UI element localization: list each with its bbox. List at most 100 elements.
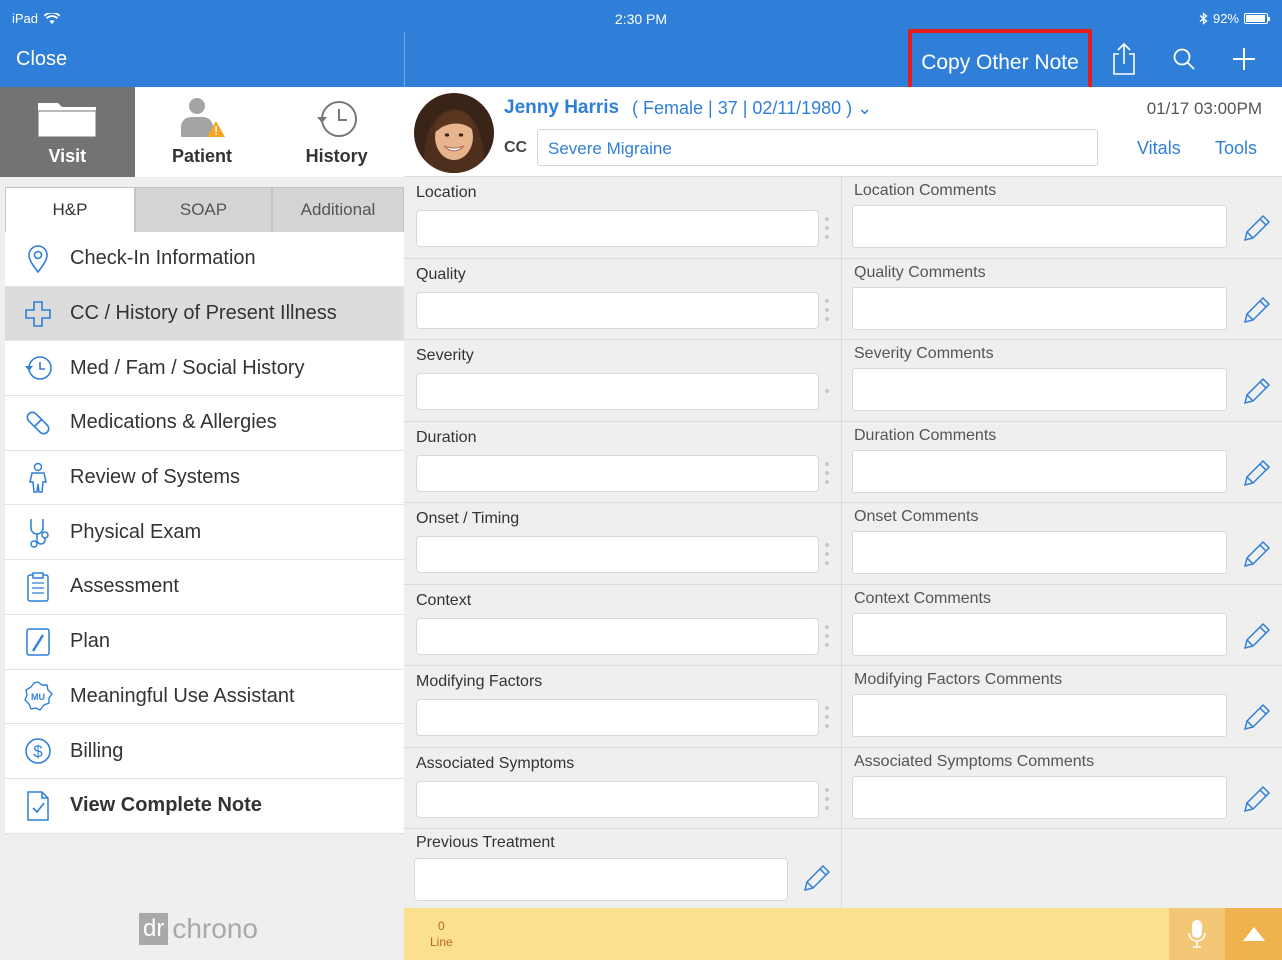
field-label: Severity (416, 347, 474, 364)
field-label: Onset / Timing (416, 510, 520, 527)
field-label: Duration (416, 428, 477, 446)
menu-item-medications-allergies[interactable]: Medications & Allergies (5, 396, 404, 451)
tools-link[interactable]: Tools (1215, 138, 1257, 159)
section-menu: Check-In Information CC / History of Pre… (5, 232, 404, 834)
tab-soap[interactable]: SOAP (135, 187, 272, 232)
dollar-icon: $ (21, 734, 55, 768)
note-check-icon (21, 789, 55, 823)
mode-tab-visit[interactable]: Visit (0, 87, 135, 177)
tab-hp[interactable]: H&P (5, 187, 135, 232)
close-button[interactable]: Close (16, 48, 67, 71)
menu-item-label: Assessment (70, 575, 179, 598)
associated-symptoms-comments-input[interactable] (852, 775, 1227, 819)
associated-symptoms-input[interactable] (416, 780, 819, 818)
context-input[interactable] (416, 617, 819, 655)
pencil-icon[interactable] (1238, 456, 1272, 490)
form-row: Associated Symptoms Associated Symptoms … (404, 747, 1282, 829)
tab-additional[interactable]: Additional (272, 187, 404, 232)
line-count-label: Line (430, 935, 453, 949)
form-row: Onset / Timing Onset Comments (404, 503, 1282, 585)
form-row: Modifying Factors Modifying Factors Comm… (404, 666, 1282, 748)
vitals-link[interactable]: Vitals (1137, 138, 1181, 159)
form-row: Previous Treatment (404, 829, 1282, 908)
menu-item-label: Physical Exam (70, 520, 202, 543)
menu-item-check-in[interactable]: Check-In Information (5, 232, 404, 287)
folder-icon (36, 97, 98, 144)
menu-item-plan[interactable]: Plan (5, 615, 404, 670)
drchrono-logo: dr chrono (139, 913, 258, 945)
mode-tabs: Visit Patient History (0, 87, 405, 177)
drag-handle-icon[interactable] (825, 787, 829, 810)
expand-up-button[interactable] (1225, 908, 1282, 960)
menu-item-meaningful-use[interactable]: MU Meaningful Use Assistant (5, 670, 404, 725)
avatar[interactable] (414, 93, 494, 173)
onset-comments-input[interactable] (852, 531, 1227, 574)
form-row: Duration Duration Comments (404, 421, 1282, 503)
onset-timing-input[interactable] (416, 536, 819, 573)
comment-label: Duration Comments (854, 426, 997, 444)
dictation-button[interactable] (1169, 908, 1225, 960)
modifying-factors-input[interactable] (416, 699, 819, 736)
pencil-icon[interactable] (798, 861, 832, 895)
location-comments-input[interactable] (852, 205, 1227, 248)
pencil-icon[interactable] (1238, 374, 1272, 408)
comment-label: Severity Comments (854, 345, 994, 362)
menu-item-billing[interactable]: $ Billing (5, 724, 404, 779)
severity-input[interactable] (416, 373, 819, 410)
history-clock-icon (21, 351, 55, 385)
modifying-factors-comments-input[interactable] (852, 694, 1227, 737)
drag-handle-icon[interactable] (825, 298, 829, 321)
comment-label: Modifying Factors Comments (854, 671, 1063, 688)
drag-handle-icon[interactable] (825, 543, 829, 565)
mode-tab-patient[interactable]: Patient (134, 87, 270, 177)
visit-datetime: 01/17 03:00PM (1146, 99, 1262, 118)
quality-comments-input[interactable] (852, 286, 1227, 330)
drag-handle-icon[interactable] (825, 217, 829, 239)
share-button[interactable] (1107, 42, 1141, 76)
battery-percent: 92% (1212, 11, 1239, 26)
mode-tab-history[interactable]: History (269, 87, 405, 177)
search-button[interactable] (1167, 42, 1201, 76)
battery-icon (1244, 13, 1270, 24)
drag-handle-icon[interactable] (825, 706, 829, 728)
menu-item-view-complete-note[interactable]: View Complete Note (5, 779, 404, 834)
search-icon (1173, 48, 1195, 70)
duration-comments-input[interactable] (852, 449, 1227, 493)
menu-item-label: Med / Fam / Social History (70, 356, 305, 379)
pencil-icon[interactable] (1238, 211, 1272, 245)
quality-input[interactable] (416, 291, 819, 329)
pencil-icon[interactable] (1238, 293, 1272, 327)
patient-header: Jenny Harris ( Female | 37 | 02/11/1980 … (404, 87, 1282, 177)
add-button[interactable] (1227, 42, 1261, 76)
pencil-icon[interactable] (1238, 537, 1272, 571)
menu-item-assessment[interactable]: Assessment (5, 560, 404, 615)
menu-item-cc-hpi[interactable]: CC / History of Present Illness (5, 286, 404, 342)
duration-input[interactable] (416, 454, 819, 492)
pencil-icon[interactable] (1238, 619, 1272, 653)
location-input[interactable] (416, 210, 819, 247)
previous-treatment-input[interactable] (414, 858, 788, 901)
svg-text:MU: MU (31, 692, 45, 702)
menu-item-label: Medications & Allergies (70, 411, 277, 434)
comment-label: Location Comments (854, 182, 997, 199)
field-label: Previous Treatment (416, 834, 555, 851)
logo-chrono: chrono (172, 913, 258, 944)
menu-item-review-of-systems[interactable]: Review of Systems (5, 451, 404, 506)
drag-handle-icon[interactable] (825, 380, 829, 402)
pencil-icon[interactable] (1238, 782, 1272, 816)
pencil-icon[interactable] (1238, 700, 1272, 734)
sidebar: Visit Patient History H&P SOAP Additiona… (0, 87, 405, 960)
patient-name[interactable]: Jenny Harris (504, 97, 619, 119)
drag-handle-icon[interactable] (825, 461, 829, 484)
mode-tab-label: History (305, 146, 368, 166)
mode-tab-label: Visit (48, 146, 87, 166)
menu-item-med-fam-social[interactable]: Med / Fam / Social History (5, 341, 404, 397)
chief-complaint-field[interactable]: Severe Migraine (537, 129, 1098, 166)
drag-handle-icon[interactable] (825, 624, 829, 647)
menu-item-physical-exam[interactable]: Physical Exam (5, 505, 404, 561)
context-comments-input[interactable] (852, 612, 1227, 656)
status-right: 92% (1199, 11, 1270, 26)
field-label: Quality (416, 265, 466, 283)
severity-comments-input[interactable] (852, 368, 1227, 411)
patient-demographics[interactable]: ( Female | 37 | 02/11/1980 ) ⌄ (632, 98, 872, 119)
